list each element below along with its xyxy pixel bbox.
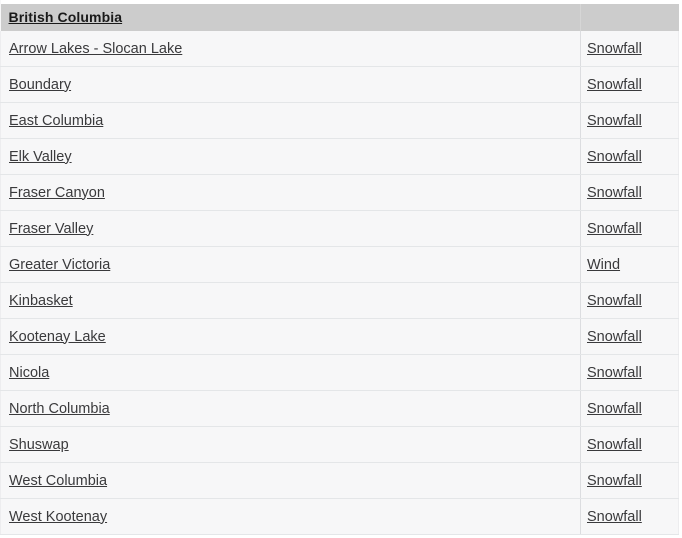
region-cell: East Columbia [0, 102, 581, 139]
region-link[interactable]: East Columbia [9, 113, 103, 130]
hazard-header-cell [580, 0, 679, 31]
region-link[interactable]: Kootenay Lake [9, 329, 106, 346]
hazard-link[interactable]: Snowfall [587, 113, 642, 130]
province-header-cell: British Columbia [0, 0, 581, 31]
region-cell: Elk Valley [0, 138, 581, 175]
hazard-link[interactable]: Wind [587, 257, 620, 274]
region-link[interactable]: West Columbia [9, 473, 107, 490]
region-link[interactable]: Elk Valley [9, 149, 72, 166]
hazard-link[interactable]: Snowfall [587, 509, 642, 526]
table-row: Fraser Valley Snowfall [0, 210, 679, 247]
table-row: Boundary Snowfall [0, 66, 679, 103]
table-row: West Kootenay Snowfall [0, 498, 679, 535]
region-cell: Fraser Canyon [0, 174, 581, 211]
region-cell: Greater Victoria [0, 246, 581, 283]
hazard-cell: Snowfall [580, 498, 679, 535]
hazard-cell: Snowfall [580, 282, 679, 319]
hazard-link[interactable]: Snowfall [587, 437, 642, 454]
hazard-cell: Snowfall [580, 66, 679, 103]
region-link[interactable]: Arrow Lakes - Slocan Lake [9, 41, 182, 58]
table-row: West Columbia Snowfall [0, 462, 679, 499]
hazard-link[interactable]: Snowfall [587, 365, 642, 382]
region-cell: Kootenay Lake [0, 318, 581, 355]
table-row: Kootenay Lake Snowfall [0, 318, 679, 355]
table-row: Shuswap Snowfall [0, 426, 679, 463]
region-link[interactable]: Boundary [9, 77, 71, 94]
region-cell: Arrow Lakes - Slocan Lake [0, 31, 581, 67]
hazard-cell: Snowfall [580, 390, 679, 427]
hazard-cell: Snowfall [580, 462, 679, 499]
region-link[interactable]: Kinbasket [9, 293, 73, 310]
region-cell: Fraser Valley [0, 210, 581, 247]
region-cell: Shuswap [0, 426, 581, 463]
hazard-cell: Snowfall [580, 138, 679, 175]
hazard-link[interactable]: Snowfall [587, 401, 642, 418]
region-cell: West Columbia [0, 462, 581, 499]
hazard-link[interactable]: Snowfall [587, 149, 642, 166]
hazard-link[interactable]: Snowfall [587, 329, 642, 346]
region-cell: Nicola [0, 354, 581, 391]
table-row: Elk Valley Snowfall [0, 138, 679, 175]
table-row: East Columbia Snowfall [0, 102, 679, 139]
region-link[interactable]: Fraser Canyon [9, 185, 105, 202]
region-link[interactable]: West Kootenay [9, 509, 107, 526]
region-cell: West Kootenay [0, 498, 581, 535]
hazard-cell: Wind [580, 246, 679, 283]
region-cell: North Columbia [0, 390, 581, 427]
table-row: Arrow Lakes - Slocan Lake Snowfall [0, 31, 679, 67]
table-header-row: British Columbia [0, 0, 679, 31]
region-link[interactable]: Shuswap [9, 437, 69, 454]
hazard-cell: Snowfall [580, 318, 679, 355]
table-row: Kinbasket Snowfall [0, 282, 679, 319]
hazard-link[interactable]: Snowfall [587, 221, 642, 238]
region-cell: Kinbasket [0, 282, 581, 319]
table-header: British Columbia [0, 0, 679, 31]
table-row: Nicola Snowfall [0, 354, 679, 391]
region-link[interactable]: Nicola [9, 365, 49, 382]
hazard-link[interactable]: Snowfall [587, 41, 642, 58]
hazard-link[interactable]: Snowfall [587, 77, 642, 94]
table-body: Arrow Lakes - Slocan Lake Snowfall Boundar… [0, 31, 679, 535]
hazard-cell: Snowfall [580, 426, 679, 463]
hazard-link[interactable]: Snowfall [587, 473, 642, 490]
table-row: Greater Victoria Wind [0, 246, 679, 283]
region-cell: Boundary [0, 66, 581, 103]
hazard-cell: Snowfall [580, 354, 679, 391]
table-row: North Columbia Snowfall [0, 390, 679, 427]
hazard-cell: Snowfall [580, 174, 679, 211]
table-row: Fraser Canyon Snowfall [0, 174, 679, 211]
regions-table: British Columbia Arrow Lakes - Slocan La… [0, 0, 679, 535]
region-link[interactable]: Greater Victoria [9, 257, 110, 274]
province-header-link[interactable]: British Columbia [9, 8, 123, 26]
region-link[interactable]: North Columbia [9, 401, 110, 418]
hazard-link[interactable]: Snowfall [587, 293, 642, 310]
hazard-cell: Snowfall [580, 31, 679, 67]
hazard-cell: Snowfall [580, 102, 679, 139]
hazard-cell: Snowfall [580, 210, 679, 247]
region-link[interactable]: Fraser Valley [9, 221, 93, 238]
hazard-link[interactable]: Snowfall [587, 185, 642, 202]
